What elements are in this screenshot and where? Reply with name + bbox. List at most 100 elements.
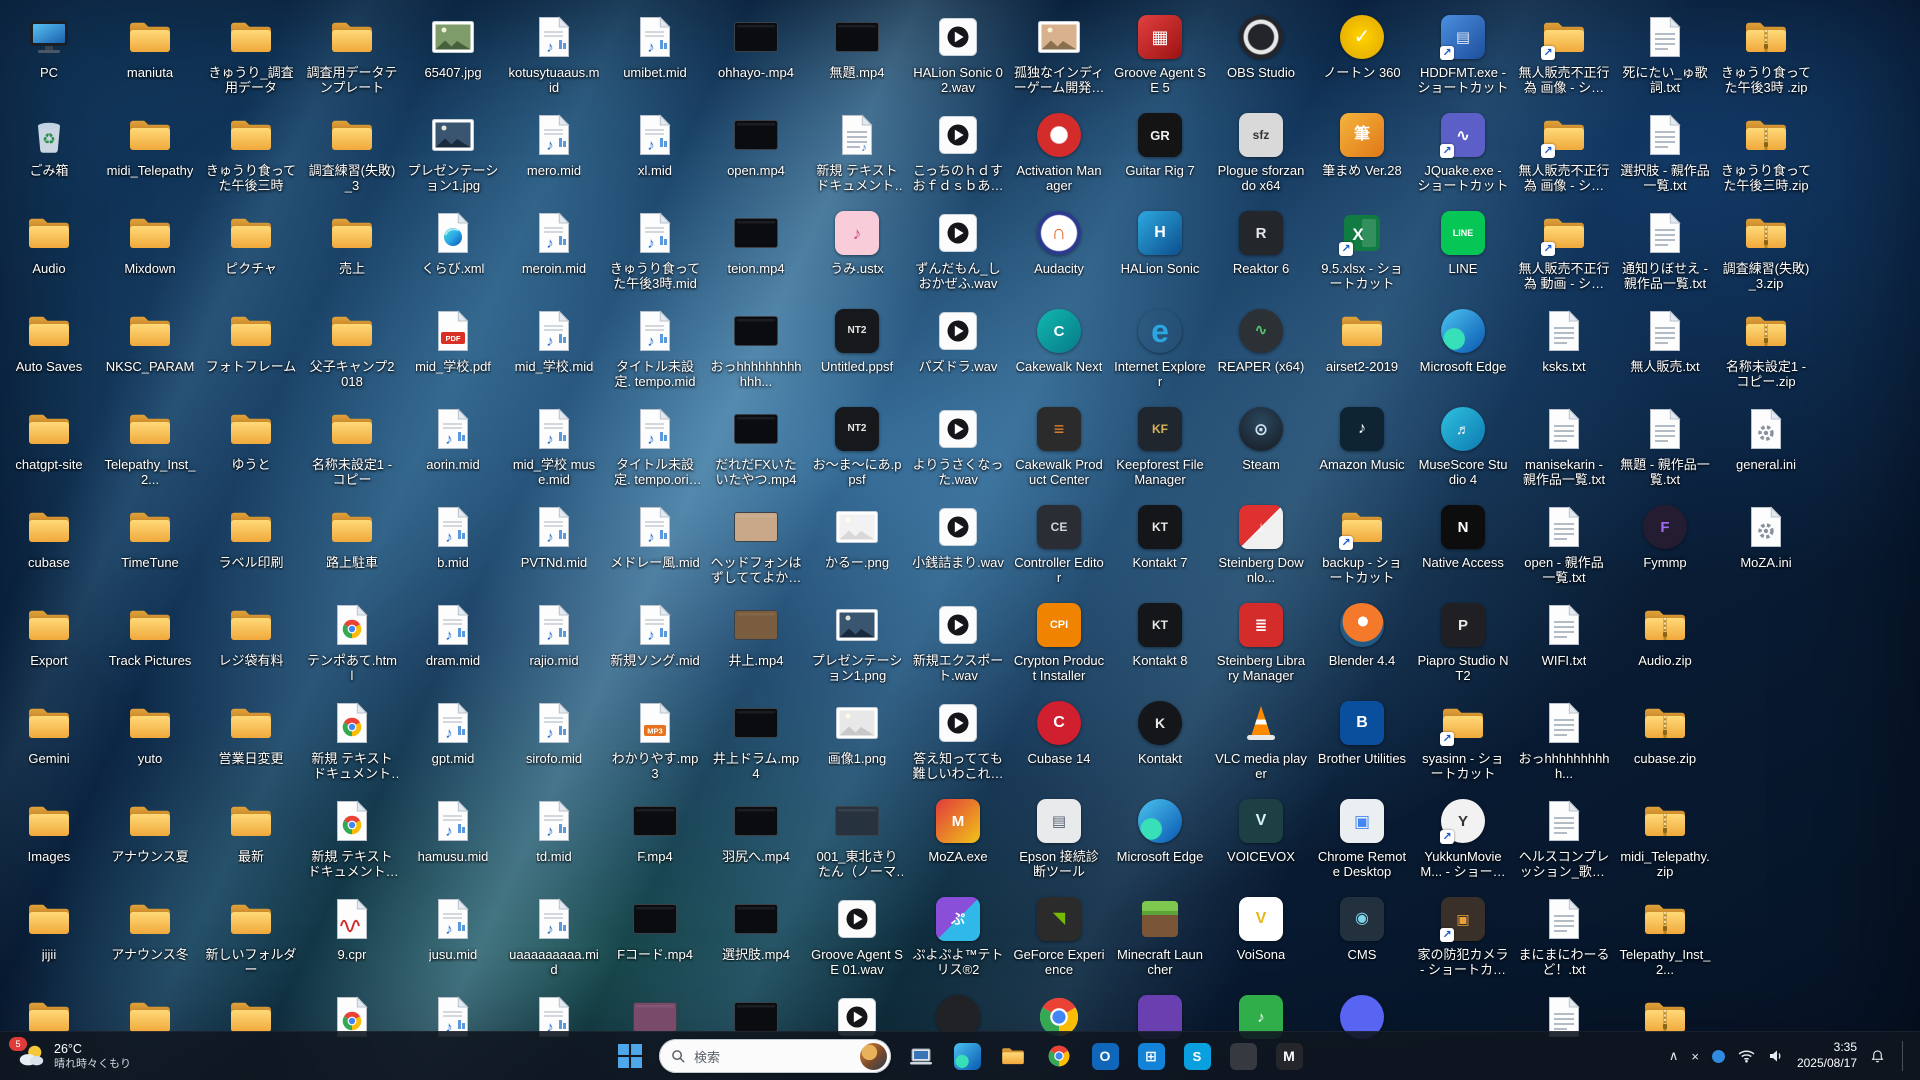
desktop-icon[interactable]: だれだFXいたいたやつ.mp4 <box>710 403 802 488</box>
desktop-icon[interactable]: 新しいフォルダー <box>205 893 297 978</box>
desktop-icon[interactable]: まにまにわーるど！.txt <box>1518 893 1610 978</box>
desktop-icon[interactable]: HALion Sonic 02.wav <box>912 11 1004 96</box>
desktop-icon[interactable]: OBS Studio <box>1215 11 1307 80</box>
desktop-icon[interactable]: GRGuitar Rig 7 <box>1114 109 1206 178</box>
desktop-icon[interactable]: ヘルスコンプレッション_歌詞.txt <box>1518 795 1610 880</box>
volume-icon[interactable] <box>1768 1049 1784 1063</box>
desktop-icon[interactable]: Images <box>3 795 95 864</box>
desktop-icon[interactable]: 通知りぼせえ - 親作品一覧.txt <box>1619 207 1711 292</box>
desktop-icon[interactable]: ♪aorin.mid <box>407 403 499 472</box>
desktop-background[interactable]: PCmaniutaきゅうり_調査用データ調査用データテンプレート65407.jp… <box>0 0 1920 1080</box>
desktop-icon[interactable]: Minecraft Launcher <box>1114 893 1206 978</box>
desktop-icon[interactable]: Blender 4.4 <box>1316 599 1408 668</box>
show-desktop-button[interactable] <box>1902 1041 1908 1071</box>
desktop-icon[interactable]: midi_Telepathy.zip <box>1619 795 1711 880</box>
desktop-icon[interactable]: プレゼンテーション1.png <box>811 599 903 684</box>
desktop-icon[interactable]: ▣Chrome Remote Desktop <box>1316 795 1408 880</box>
start-button[interactable] <box>611 1036 649 1076</box>
desktop-icon[interactable]: 001_東北きりたん（ノーマル）_今じゃ... <box>811 795 903 880</box>
desktop-icon[interactable]: 画像1.png <box>811 697 903 766</box>
desktop-icon[interactable]: KTKontakt 7 <box>1114 501 1206 570</box>
desktop-icon[interactable]: Groove Agent SE 01.wav <box>811 893 903 978</box>
desktop-icon[interactable]: MMoZA.exe <box>912 795 1004 864</box>
desktop-icon[interactable]: VLC media player <box>1215 697 1307 782</box>
desktop-icon[interactable]: ✓ノートン 360 <box>1316 11 1408 80</box>
desktop-icon[interactable]: ▦Groove Agent SE 5 <box>1114 11 1206 96</box>
desktop-icon[interactable]: プレゼンテーション1.jpg <box>407 109 499 194</box>
desktop-icon[interactable]: 死にたい_ゅ歌詞.txt <box>1619 11 1711 96</box>
clock[interactable]: 3:35 2025/08/17 <box>1797 1040 1857 1071</box>
desktop-icon[interactable]: LINELINE <box>1417 207 1509 276</box>
desktop-icon[interactable]: 売上 <box>306 207 398 276</box>
desktop-icon[interactable]: CCubase 14 <box>1013 697 1105 766</box>
desktop-icon[interactable]: Export <box>3 599 95 668</box>
desktop-icon[interactable]: おっhhhhhhhhhh... <box>1518 697 1610 782</box>
taskbar-app-edge[interactable] <box>947 1036 987 1076</box>
desktop-icon[interactable]: ♪meroin.mid <box>508 207 600 276</box>
desktop-icon[interactable]: 無題.mp4 <box>811 11 903 80</box>
desktop-icon[interactable]: ゆうと <box>205 403 297 472</box>
desktop-icon[interactable]: ◥GeForce Experience <box>1013 893 1105 978</box>
desktop-icon[interactable]: ∩Audacity <box>1013 207 1105 276</box>
desktop-icon[interactable]: ♪gpt.mid <box>407 697 499 766</box>
desktop-icon[interactable]: NNative Access <box>1417 501 1509 570</box>
desktop-icon[interactable]: 筆筆まめ Ver.28 <box>1316 109 1408 178</box>
desktop-icon[interactable]: ♪タイトル未設定. tempo.orig1.mid <box>609 403 701 488</box>
desktop-icon[interactable]: ラベル印刷 <box>205 501 297 570</box>
desktop-icon[interactable]: ♪umibet.mid <box>609 11 701 80</box>
desktop-icon[interactable]: X↗9.5.xlsx - ショートカット <box>1316 207 1408 292</box>
desktop-icon[interactable]: jijii <box>3 893 95 962</box>
desktop-icon[interactable]: ⊙Steam <box>1215 403 1307 472</box>
desktop-icon[interactable]: cubase <box>3 501 95 570</box>
desktop-icon[interactable]: ♪きゅうり食ってた午後3時.mid <box>609 207 701 292</box>
desktop-icon[interactable]: ♪sirofo.mid <box>508 697 600 766</box>
desktop-icon[interactable]: パズドラ.wav <box>912 305 1004 374</box>
desktop-icon[interactable]: ♬MuseScore Studio 4 <box>1417 403 1509 488</box>
desktop-icon[interactable]: ♪mero.mid <box>508 109 600 178</box>
desktop-icon[interactable]: 名称未設定1 - コピー.zip <box>1720 305 1812 390</box>
desktop-icon[interactable]: ▤Epson 接続診断ツール <box>1013 795 1105 880</box>
desktop-icon[interactable]: ≣Steinberg Library Manager <box>1215 599 1307 684</box>
desktop-icon[interactable]: CCakewalk Next <box>1013 305 1105 374</box>
desktop-icon[interactable]: きゅうり食ってた午後3時 .zip <box>1720 11 1812 96</box>
desktop-icon[interactable]: HHALion Sonic <box>1114 207 1206 276</box>
desktop-icon[interactable]: Auto Saves <box>3 305 95 374</box>
desktop-icon[interactable]: ♻ごみ箱 <box>3 109 95 178</box>
desktop-icon[interactable]: きゅうり食ってた午後三時.zip <box>1720 109 1812 194</box>
desktop-icon[interactable]: KTKontakt 8 <box>1114 599 1206 668</box>
desktop-icon[interactable]: sfzPlogue sforzando x64 <box>1215 109 1307 194</box>
desktop-icon[interactable]: NKSC_PARAM <box>104 305 196 374</box>
desktop-icon[interactable]: ♪rajio.mid <box>508 599 600 668</box>
desktop-icon[interactable]: WIFI.txt <box>1518 599 1610 668</box>
blue-circle-tray-icon[interactable] <box>1712 1050 1725 1063</box>
desktop-icon[interactable]: ♪dram.mid <box>407 599 499 668</box>
desktop-icon[interactable]: teion.mp4 <box>710 207 802 276</box>
desktop-icon[interactable]: Mixdown <box>104 207 196 276</box>
desktop-icon[interactable]: MoZA.ini <box>1720 501 1812 570</box>
desktop-icon[interactable]: 調査練習(失敗)_3 <box>306 109 398 194</box>
desktop-icon[interactable]: ksks.txt <box>1518 305 1610 374</box>
desktop-icon[interactable]: ♪uaaaaaaaaa.mid <box>508 893 600 978</box>
desktop-icon[interactable]: ≡Cakewalk Product Center <box>1013 403 1105 488</box>
desktop-icon[interactable]: かるー.png <box>811 501 903 570</box>
desktop-icon[interactable]: Audio.zip <box>1619 599 1711 668</box>
desktop-icon[interactable]: ♪うみ.ustx <box>811 207 903 276</box>
desktop-icon[interactable]: FFymmp <box>1619 501 1711 570</box>
desktop-icon[interactable]: open - 親作品一覧.txt <box>1518 501 1610 586</box>
notification-bell-icon[interactable] <box>1870 1049 1885 1064</box>
desktop-icon[interactable]: KKontakt <box>1114 697 1206 766</box>
desktop-icon[interactable]: Audio <box>3 207 95 276</box>
desktop-icon[interactable]: きゅうり_調査用データ <box>205 11 297 96</box>
desktop-icon[interactable]: 65407.jpg <box>407 11 499 80</box>
desktop-icon[interactable]: 調査練習(失敗)_3.zip <box>1720 207 1812 292</box>
desktop-icon[interactable]: ♪xl.mid <box>609 109 701 178</box>
desktop-icon[interactable]: PPiapro Studio NT2 <box>1417 599 1509 684</box>
desktop-icon[interactable]: ∿↗JQuake.exe - ショートカット <box>1417 109 1509 194</box>
desktop-icon[interactable]: cubase.zip <box>1619 697 1711 766</box>
desktop-icon[interactable]: ♪新規ソング.mid <box>609 599 701 668</box>
desktop-icon[interactable]: ぷぷよぷよ™テトリス®2 <box>912 893 1004 978</box>
desktop-icon[interactable]: Gemini <box>3 697 95 766</box>
desktop-icon[interactable]: 路上駐車 <box>306 501 398 570</box>
desktop-icon[interactable]: yuto <box>104 697 196 766</box>
desktop-icon[interactable]: Microsoft Edge <box>1417 305 1509 374</box>
